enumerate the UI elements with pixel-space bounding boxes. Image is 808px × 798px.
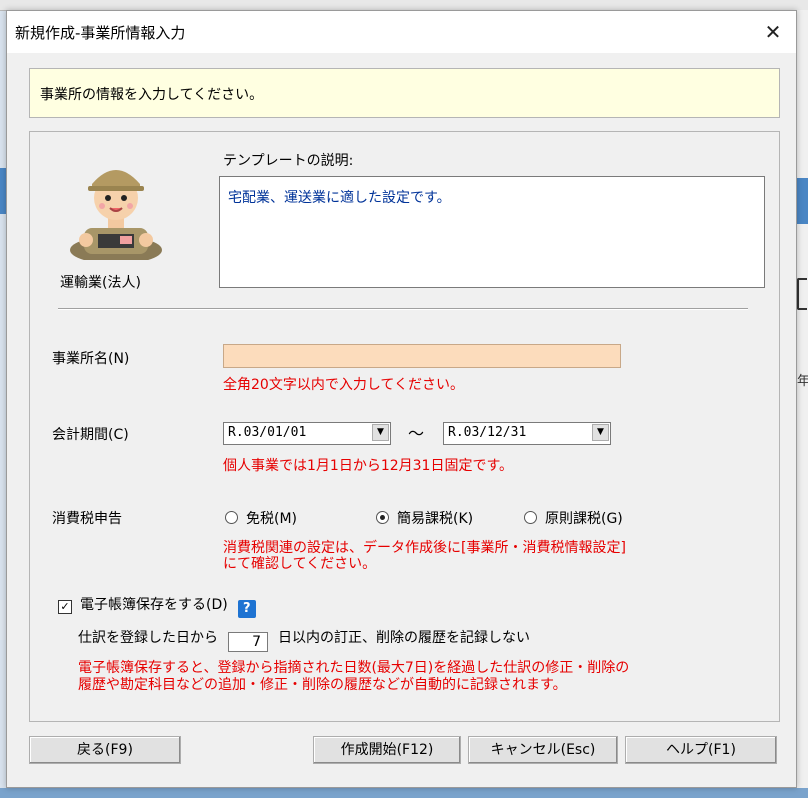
template-name: 運輸業(法人) bbox=[60, 275, 141, 291]
background-app-strip bbox=[797, 178, 808, 224]
radio-button-icon[interactable] bbox=[524, 511, 537, 524]
divider bbox=[58, 308, 748, 310]
start-create-button[interactable]: 作成開始(F12) bbox=[313, 736, 461, 764]
radio-simplified-tax[interactable]: 簡易課税(K) bbox=[376, 508, 473, 528]
e-book-hint-line2: 履歴や勘定科目などの追加・修正・削除の履歴などが自動的に記録されます。 bbox=[78, 677, 567, 693]
chevron-down-icon[interactable]: ▼ bbox=[372, 424, 389, 441]
fiscal-start-select[interactable]: R.03/01/01 ▼ bbox=[223, 422, 391, 445]
radio-label: 簡易課税(K) bbox=[397, 511, 474, 527]
help-button[interactable]: ヘルプ(F1) bbox=[625, 736, 777, 764]
period-separator: 〜 bbox=[408, 424, 425, 443]
days-suffix: 日以内の訂正、削除の履歴を記録しない bbox=[278, 630, 530, 646]
checkbox-checked-icon[interactable]: ✓ bbox=[58, 600, 72, 614]
e-book-hint-line1: 電子帳簿保存すると、登録から指摘された日数(最大7日)を経過した仕訳の修正・削除… bbox=[78, 660, 630, 676]
days-row: 仕訳を登録した日から 7 日以内の訂正、削除の履歴を記録しない bbox=[78, 627, 530, 652]
fiscal-end-select[interactable]: R.03/12/31 ▼ bbox=[443, 422, 611, 445]
office-name-hint: 全角20文字以内で入力してください。 bbox=[223, 377, 464, 393]
template-description-text: 宅配業、運送業に適した設定です。 bbox=[228, 190, 451, 206]
worker-avatar-icon bbox=[70, 170, 162, 260]
background-app-right-edge: 年 bbox=[797, 10, 808, 798]
office-name-input[interactable] bbox=[223, 344, 621, 368]
template-description-label: テンプレートの説明: bbox=[223, 153, 354, 169]
help-icon[interactable]: ? bbox=[237, 600, 256, 618]
back-button[interactable]: 戻る(F9) bbox=[29, 736, 181, 764]
close-icon[interactable]: ✕ bbox=[758, 17, 788, 47]
cancel-button[interactable]: キャンセル(Esc) bbox=[468, 736, 618, 764]
fiscal-start-value: R.03/01/01 bbox=[228, 425, 307, 440]
instruction-banner: 事業所の情報を入力してください。 bbox=[29, 68, 780, 118]
e-book-checkbox-label: 電子帳簿保存をする(D) bbox=[80, 597, 228, 613]
days-input[interactable]: 7 bbox=[228, 632, 268, 652]
radio-standard-tax[interactable]: 原則課税(G) bbox=[524, 508, 623, 528]
title-bar[interactable]: 新規作成-事業所情報入力 ✕ bbox=[7, 11, 796, 53]
fiscal-period-label: 会計期間(C) bbox=[52, 427, 129, 443]
radio-tax-exempt[interactable]: 免税(M) bbox=[225, 508, 297, 528]
days-prefix: 仕訳を登録した日から bbox=[78, 630, 218, 646]
radio-label: 免税(M) bbox=[246, 511, 298, 527]
form-panel: 運輸業(法人) テンプレートの説明: 宅配業、運送業に適した設定です。 事業所名… bbox=[29, 131, 780, 722]
radio-button-icon[interactable] bbox=[225, 511, 238, 524]
background-app-statusbar bbox=[0, 788, 808, 798]
fiscal-end-value: R.03/12/31 bbox=[448, 425, 527, 440]
fiscal-period-hint: 個人事業では1月1日から12月31日固定です。 bbox=[223, 458, 514, 474]
consumption-tax-hint-line2: にて確認してください。 bbox=[223, 556, 377, 572]
radio-button-selected-icon[interactable] bbox=[376, 511, 389, 524]
office-name-label: 事業所名(N) bbox=[52, 351, 130, 367]
instruction-text: 事業所の情報を入力してください。 bbox=[40, 87, 264, 103]
office-info-dialog: 新規作成-事業所情報入力 ✕ 事業所の情報を入力してください。 運輸業(法人) … bbox=[6, 10, 797, 788]
radio-label: 原則課税(G) bbox=[545, 511, 623, 527]
consumption-tax-label: 消費税申告 bbox=[52, 511, 122, 527]
chevron-down-icon[interactable]: ▼ bbox=[592, 424, 609, 441]
e-book-checkbox-row[interactable]: ✓ 電子帳簿保存をする(D)? bbox=[58, 594, 256, 618]
template-description-box: 宅配業、運送業に適した設定です。 bbox=[219, 176, 765, 288]
background-app-icon bbox=[797, 278, 807, 310]
consumption-tax-hint-line1: 消費税関連の設定は、データ作成後に[事業所・消費税情報設定] bbox=[223, 540, 626, 556]
background-app-text: 年 bbox=[797, 374, 808, 389]
dialog-title: 新規作成-事業所情報入力 bbox=[15, 24, 186, 42]
